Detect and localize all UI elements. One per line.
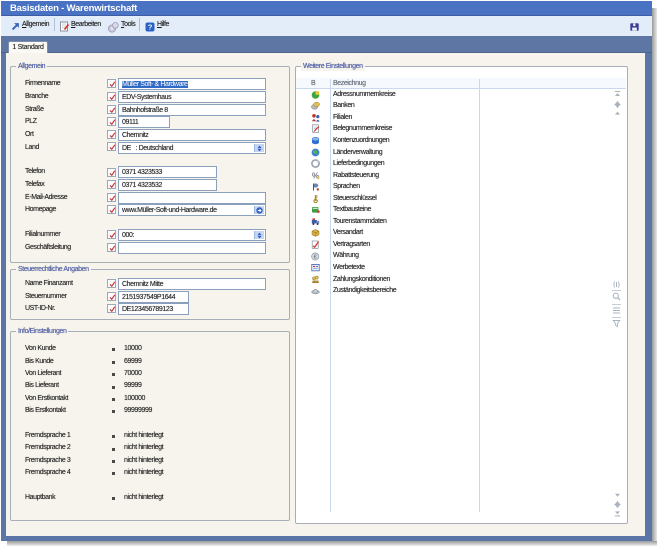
- svg-text:€: €: [314, 255, 317, 261]
- svg-text:?: ?: [148, 23, 153, 32]
